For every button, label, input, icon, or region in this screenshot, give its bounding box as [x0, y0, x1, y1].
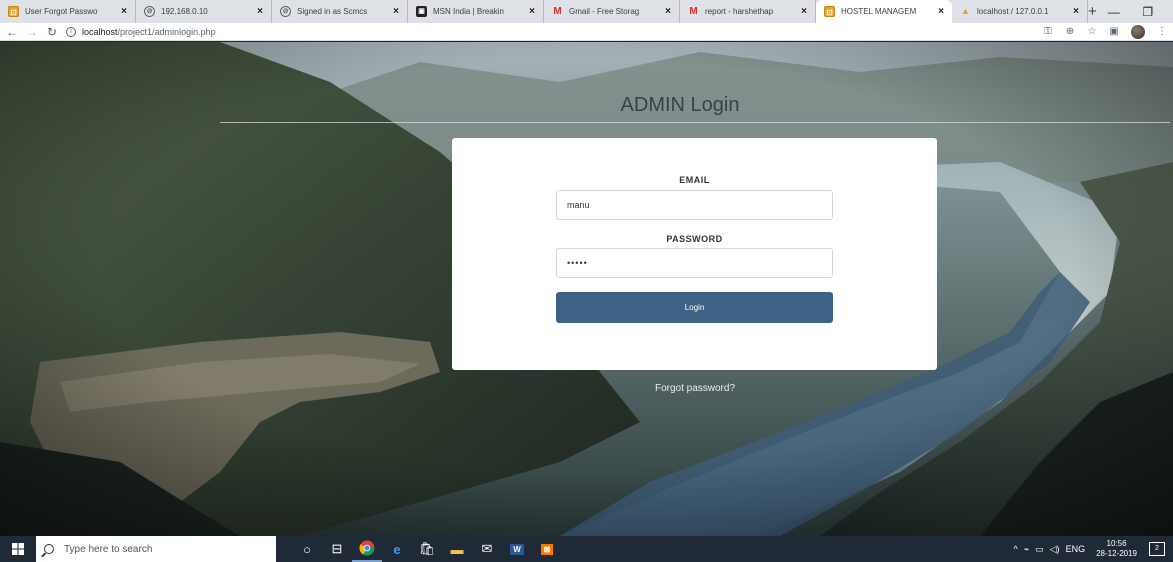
browser-tab-strip: ⊡ User Forgot Passwo × ⊘ 192.168.0.10 × …: [0, 0, 1173, 23]
chrome-logo-icon: [359, 540, 375, 556]
battery-icon[interactable]: ▭: [1035, 544, 1044, 555]
edge-icon[interactable]: e: [382, 536, 412, 562]
forward-button[interactable]: →: [24, 24, 40, 40]
phpmyadmin-icon: ▲: [961, 6, 970, 16]
tab-gmail[interactable]: M Gmail - Free Storag ×: [544, 0, 680, 23]
chrome-icon[interactable]: [352, 536, 382, 562]
reload-button[interactable]: ↻: [44, 24, 60, 40]
close-tab-icon[interactable]: ×: [391, 6, 401, 17]
clock-time: 10:56: [1106, 539, 1127, 548]
tab-report[interactable]: M report - harshethap ×: [680, 0, 816, 23]
file-explorer-icon[interactable]: ▬: [442, 536, 472, 562]
browser-toolbar: ← → ↻ i localhost/project1/adminlogin.ph…: [0, 23, 1173, 41]
tab-list: ⊡ User Forgot Passwo × ⊘ 192.168.0.10 × …: [0, 0, 1088, 23]
back-button[interactable]: ←: [4, 24, 20, 40]
email-field[interactable]: manu: [556, 190, 833, 220]
orange-app-icon: ⊡: [824, 6, 835, 17]
tab-signed-in[interactable]: ⊘ Signed in as Scmcs ×: [272, 0, 408, 23]
tab-192-168-0-10[interactable]: ⊘ 192.168.0.10 ×: [136, 0, 272, 23]
msn-icon: ▣: [416, 6, 427, 17]
close-tab-icon[interactable]: ×: [255, 6, 265, 17]
word-icon[interactable]: W: [502, 536, 532, 562]
notification-center-icon[interactable]: 2: [1149, 542, 1165, 556]
tab-hostel-management[interactable]: ⊡ HOSTEL MANAGEM ×: [816, 0, 952, 23]
xampp-logo-icon: ⊠: [540, 543, 554, 555]
info-icon[interactable]: i: [66, 26, 76, 37]
page-viewport: ADMIN Login EMAIL manu PASSWORD ••••• Lo…: [0, 42, 1173, 536]
close-tab-icon[interactable]: ×: [936, 6, 946, 17]
globe-icon: ⊘: [280, 6, 291, 17]
zoom-icon[interactable]: ⊕: [1059, 24, 1081, 40]
close-tab-icon[interactable]: ×: [663, 6, 673, 17]
windows-taskbar: Type here to search ○ ⊟ e 🛍 ▬ ✉ W ⊠ ^ ⌁ …: [0, 536, 1173, 562]
notification-count: 2: [1155, 545, 1159, 552]
tab-title: Gmail - Free Storag: [569, 7, 640, 16]
email-label: EMAIL: [679, 175, 710, 185]
window-controls: — ❐ ✕: [1097, 0, 1173, 23]
password-field[interactable]: •••••: [556, 248, 833, 278]
forgot-password-link[interactable]: Forgot password?: [640, 383, 750, 394]
system-tray: ^ ⌁ ▭ ◁) ENG 10:56 28-12-2019 2: [1010, 536, 1173, 562]
new-tab-button[interactable]: +: [1088, 0, 1097, 23]
gmail-icon: M: [553, 6, 562, 17]
tab-title: HOSTEL MANAGEM: [841, 7, 917, 16]
task-view-icon[interactable]: ⊟: [322, 536, 352, 562]
tab-title: report - harshethap: [705, 7, 774, 16]
tab-title: 192.168.0.10: [161, 7, 208, 16]
star-icon[interactable]: ☆: [1081, 24, 1103, 40]
close-tab-icon[interactable]: ×: [527, 6, 537, 17]
url-text[interactable]: localhost/project1/adminlogin.php: [82, 27, 216, 37]
orange-app-icon: ⊡: [8, 6, 19, 17]
clock-date: 28-12-2019: [1096, 549, 1137, 558]
search-icon: [44, 544, 54, 554]
close-tab-icon[interactable]: ×: [119, 6, 129, 17]
word-logo-icon: W: [510, 543, 524, 555]
mail-icon[interactable]: ✉: [472, 536, 502, 562]
xampp-icon[interactable]: ⊠: [532, 536, 562, 562]
cortana-icon[interactable]: ○: [292, 536, 322, 562]
windows-logo-icon: [12, 543, 24, 555]
url-host: localhost: [82, 26, 118, 37]
globe-icon: ⊘: [144, 6, 155, 17]
menu-icon[interactable]: ⋮: [1151, 24, 1173, 40]
tab-title: localhost / 127.0.0.1: [977, 7, 1049, 16]
tab-msn-india[interactable]: ▣ MSN India | Breakin ×: [408, 0, 544, 23]
heading-divider: [220, 122, 1170, 123]
close-tab-icon[interactable]: ×: [1071, 6, 1081, 17]
gmail-icon: M: [689, 6, 698, 17]
search-placeholder: Type here to search: [64, 543, 153, 555]
key-icon[interactable]: ⚿: [1037, 24, 1059, 40]
login-button[interactable]: Login: [556, 292, 833, 323]
profile-avatar[interactable]: [1131, 24, 1145, 39]
store-icon[interactable]: 🛍: [412, 536, 442, 562]
tab-title: Signed in as Scmcs: [297, 7, 368, 16]
address-bar[interactable]: i localhost/project1/adminlogin.php: [66, 24, 1037, 40]
taskbar-search-input[interactable]: Type here to search: [36, 536, 276, 562]
language-indicator[interactable]: ENG: [1066, 544, 1086, 554]
extension-icon[interactable]: ▣: [1103, 24, 1125, 40]
chevron-up-icon[interactable]: ^: [1013, 544, 1017, 554]
start-button[interactable]: [0, 536, 36, 562]
close-window-button[interactable]: ✕: [1165, 0, 1173, 23]
clock[interactable]: 10:56 28-12-2019: [1096, 539, 1137, 559]
tab-user-forgot-password[interactable]: ⊡ User Forgot Passwo ×: [0, 0, 136, 23]
network-icon[interactable]: ⌁: [1024, 544, 1029, 555]
url-path: /project1/adminlogin.php: [117, 26, 216, 37]
minimize-button[interactable]: —: [1097, 0, 1131, 23]
tab-localhost-phpmyadmin[interactable]: ▲ localhost / 127.0.0.1 ×: [952, 0, 1088, 23]
tab-title: MSN India | Breakin: [433, 7, 504, 16]
volume-icon[interactable]: ◁): [1050, 544, 1060, 555]
page-title: ADMIN Login: [620, 94, 740, 116]
login-form: EMAIL manu PASSWORD ••••• Login: [452, 138, 937, 370]
password-label: PASSWORD: [666, 234, 723, 244]
close-tab-icon[interactable]: ×: [799, 6, 809, 17]
tab-title: User Forgot Passwo: [25, 7, 98, 16]
maximize-button[interactable]: ❐: [1131, 0, 1165, 23]
